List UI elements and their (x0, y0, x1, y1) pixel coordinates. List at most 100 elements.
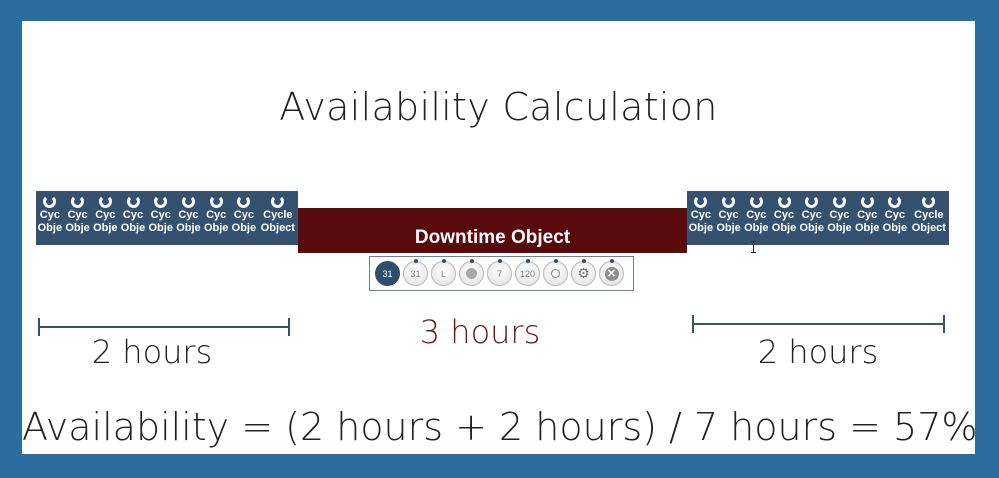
ring-icon (551, 269, 560, 278)
cycle-icon (777, 195, 791, 208)
ring-button[interactable] (543, 259, 568, 286)
cycle-icon (832, 195, 846, 208)
cycle-label-line1: Cyc (884, 209, 905, 221)
cycle-icon (271, 195, 285, 208)
interval-120-button[interactable]: 120 (515, 259, 540, 286)
cycle-label-line1: Cyc (233, 209, 254, 221)
cycle-icon (71, 195, 85, 208)
cycle-icon (98, 195, 112, 208)
cycle-label-line2: Obje (882, 222, 908, 234)
settings-button[interactable]: ⚙ (571, 259, 596, 286)
cycle-label-line1: Cyc (773, 209, 795, 221)
left-cycle-object[interactable]: Cyc Obje (91, 191, 119, 245)
cycle-label-line1: Cyc (122, 209, 144, 221)
calendar-day-button[interactable]: 31 (375, 261, 400, 286)
cycle-label-line2: Obje (231, 222, 257, 234)
cycle-label-line1: Cyc (718, 209, 739, 221)
cycle-label-line2: Obje (37, 222, 63, 234)
cycle-label-line1: Cyc (67, 209, 88, 221)
cycle-label-line2: Obje (65, 222, 90, 234)
object-toolbar: 31 31 L 7 120 ⚙ ✕ (369, 256, 634, 291)
cycle-label-line2: Obje (827, 222, 852, 234)
delete-button[interactable]: ✕ (599, 259, 624, 286)
cycle-icon (181, 195, 195, 208)
cycle-label-line1: Cyc (746, 209, 767, 221)
cycle-icon (860, 195, 874, 208)
downtime-object[interactable]: Downtime Object (298, 208, 687, 253)
cycle-icon (209, 195, 223, 208)
cycle-label-line1: Cycle (263, 209, 293, 221)
cycle-label-line2: Obje (93, 222, 118, 234)
cycle-label-line1: Cyc (857, 209, 878, 221)
left-cycle-object[interactable]: Cyc Obje (147, 191, 175, 245)
right-cycle-object[interactable]: Cyc Obje (742, 191, 770, 245)
cycle-icon (805, 195, 819, 208)
cycle-label-line2: Obje (799, 222, 824, 234)
cycle-icon (126, 195, 140, 208)
middle-span-label: 3 hours (419, 313, 541, 351)
cycle-label-line2: Obje (854, 222, 880, 234)
right-span-line (692, 315, 945, 333)
cycle-label-line2: Obje (120, 222, 146, 234)
cycle-label-line1: Cyc (150, 209, 171, 221)
calendar-month-button[interactable]: 31 (403, 259, 428, 286)
close-icon: ✕ (604, 266, 619, 281)
cycle-label-line2: Object (260, 222, 295, 234)
left-cycle-object[interactable]: Cyc Obje (119, 191, 147, 245)
cycle-objects-left: Cyc Obje Cyc Obje Cyc Obje Cyc Obje Cyc Obje Cyc Ob… (36, 191, 298, 245)
right-cycle-object[interactable]: Cyc Obje (687, 191, 715, 245)
right-cycle-object[interactable]: Cyc Obje (715, 191, 743, 245)
availability-formula: Availability = (2 hours + 2 hours) / 7 h… (22, 405, 978, 449)
cycle-icon (722, 195, 736, 208)
interval-7-button[interactable]: 7 (487, 259, 512, 286)
cycle-label-line2: Obje (148, 222, 173, 234)
interval-120-label: 120 (519, 268, 536, 279)
cycle-icon (922, 195, 936, 208)
cycle-label-line1: Cyc (39, 209, 60, 221)
right-cycle-object[interactable]: Cyc Obje (853, 191, 881, 245)
cycle-icon (694, 195, 708, 208)
cycle-objects-right: Cyc Obje Cyc Obje Cyc Obje Cyc Obje Cyc Obje Cyc Ob… (687, 191, 949, 245)
right-cycle-object[interactable]: Cyc Obje (798, 191, 826, 245)
right-cycle-object[interactable]: Cyc Obje (826, 191, 854, 245)
left-cycle-object[interactable]: Cyc Obje (230, 191, 258, 245)
cycle-label-line1: Cyc (829, 209, 850, 221)
record-button[interactable] (459, 259, 484, 286)
cycle-icon (154, 195, 168, 208)
left-cycle-object[interactable]: Cyc Obje (36, 191, 64, 245)
right-cycle-object[interactable]: Cyc Obje (881, 191, 909, 245)
slide-canvas: Availability Calculation Cyc Obje Cyc Obje C… (22, 21, 978, 454)
interval-7-label: 7 (496, 268, 502, 279)
cycle-label-line2: Obje (688, 222, 714, 234)
cycle-label-line1: Cyc (801, 209, 822, 221)
cycle-label-line2: Obje (203, 222, 229, 234)
left-cycle-object[interactable]: Cyc Obje (175, 191, 203, 245)
cycle-icon (888, 195, 902, 208)
step-button[interactable]: L (431, 259, 456, 286)
left-span-label: 2 hours (91, 333, 213, 371)
left-cycle-object[interactable]: Cyc Obje (64, 191, 92, 245)
cycle-label-line2: Obje (176, 222, 201, 234)
right-cycle-object[interactable]: Cycle Object (909, 191, 949, 245)
cycle-label-line2: Object (911, 222, 946, 234)
left-cycle-object[interactable]: Cycle Object (258, 191, 298, 245)
calendar-day-label: 31 (382, 268, 393, 279)
cycle-label-line2: Obje (744, 222, 769, 234)
cycle-icon (749, 195, 763, 208)
step-label: L (440, 268, 446, 279)
gear-icon: ⚙ (577, 265, 590, 281)
right-cycle-object[interactable]: Cyc Obje (770, 191, 798, 245)
record-icon (466, 268, 477, 279)
cycle-label-line2: Obje (716, 222, 741, 234)
cycle-label-line1: Cyc (690, 209, 711, 221)
cycle-label-line2: Obje (771, 222, 797, 234)
cycle-label-line1: Cyc (95, 209, 116, 221)
cycle-icon (43, 195, 57, 208)
left-cycle-object[interactable]: Cyc Obje (202, 191, 230, 245)
right-span-label: 2 hours (757, 333, 879, 371)
cycle-label-line1: Cyc (206, 209, 227, 221)
slide-title: Availability Calculation (279, 85, 718, 129)
downtime-label: Downtime Object (414, 227, 571, 248)
calendar-month-label: 31 (410, 268, 421, 279)
text-cursor-icon (751, 241, 756, 253)
